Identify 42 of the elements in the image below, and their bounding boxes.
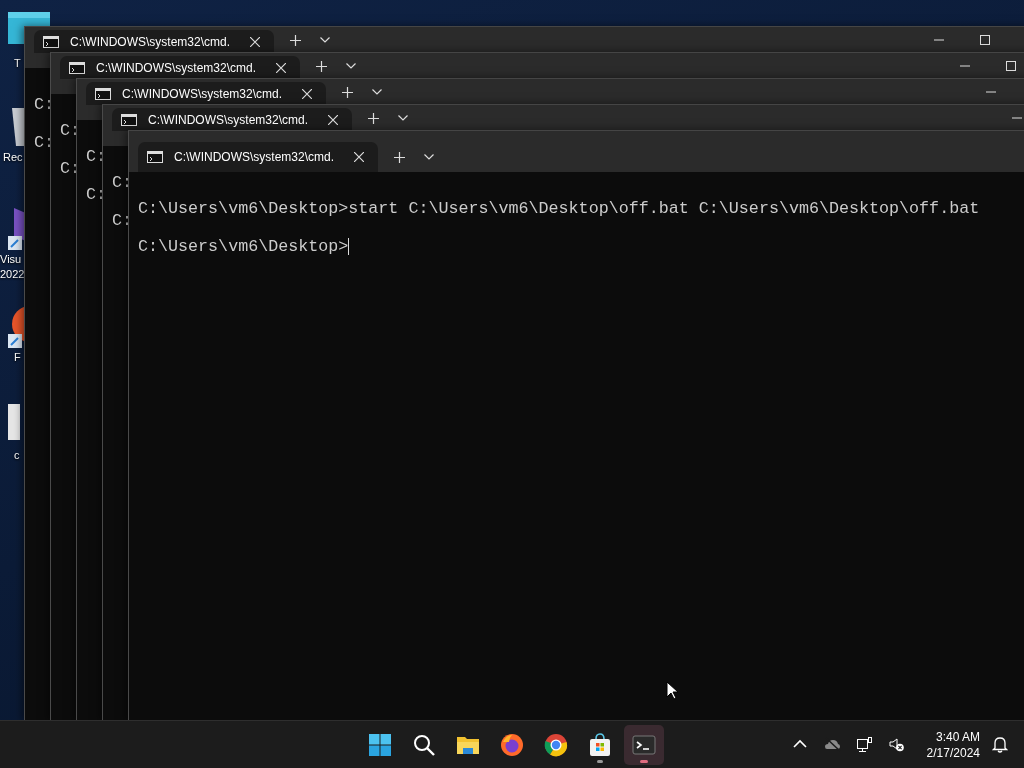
maximize-icon xyxy=(980,35,990,45)
tab[interactable]: C:\WINDOWS\system32\cmd. xyxy=(34,30,274,53)
tab-title: C:\WINDOWS\system32\cmd. xyxy=(148,112,309,127)
console-icon xyxy=(147,151,163,163)
console-icon xyxy=(95,87,111,100)
console-line: C:\Users\vm6\Desktop>start C:\Users\vm6\Desktop\off.bat C:\Users\vm6\Desktop\off.bat xyxy=(138,199,980,218)
icon-label: F xyxy=(13,350,21,365)
console-line: C: xyxy=(34,95,55,114)
icon-label: T xyxy=(13,56,21,71)
file-icon xyxy=(8,404,20,440)
console-line: C: xyxy=(86,185,107,204)
tab[interactable]: C:\WINDOWS\system32\cmd. xyxy=(60,56,300,79)
console-line: C: xyxy=(86,147,107,166)
console-icon xyxy=(69,61,85,74)
console-line: C:\Users\vm6\Desktop> xyxy=(138,237,349,256)
icon-label: c xyxy=(13,448,20,463)
tab-title: C:\WINDOWS\system32\cmd. xyxy=(122,86,283,101)
cursor-icon xyxy=(666,681,678,700)
console-line: C: xyxy=(112,211,133,230)
console-line: C: xyxy=(112,173,133,192)
terminal-icon xyxy=(632,732,656,757)
console-line: C: xyxy=(34,133,55,152)
console-icon xyxy=(121,113,137,126)
console-line: C: xyxy=(60,159,81,178)
console-line: C: xyxy=(60,121,81,140)
tab[interactable]: C:\WINDOWS\system32\cmd. xyxy=(112,108,352,131)
browser-icon xyxy=(500,732,524,757)
tab[interactable]: C:\WINDOWS\system32\cmd. xyxy=(86,82,326,105)
icon-label: 2022 xyxy=(0,267,25,282)
search-icon xyxy=(412,732,436,757)
tab[interactable]: C:\WINDOWS\system32\cmd. xyxy=(138,142,378,172)
tab-title: C:\WINDOWS\system32\cmd. xyxy=(174,150,335,164)
store-icon xyxy=(588,732,612,757)
console-icon xyxy=(43,35,59,48)
icon-label: Rec xyxy=(2,150,23,165)
windows-logo-icon xyxy=(368,732,392,757)
maximize-icon xyxy=(1006,61,1016,71)
tab-title: C:\WINDOWS\system32\cmd. xyxy=(96,60,257,75)
tab-title: C:\WINDOWS\system32\cmd. xyxy=(70,34,231,49)
clock[interactable]: 3:40 AM 2/17/2024 xyxy=(926,728,980,761)
icon-label: Visu xyxy=(0,252,22,267)
browser-icon xyxy=(544,732,568,757)
